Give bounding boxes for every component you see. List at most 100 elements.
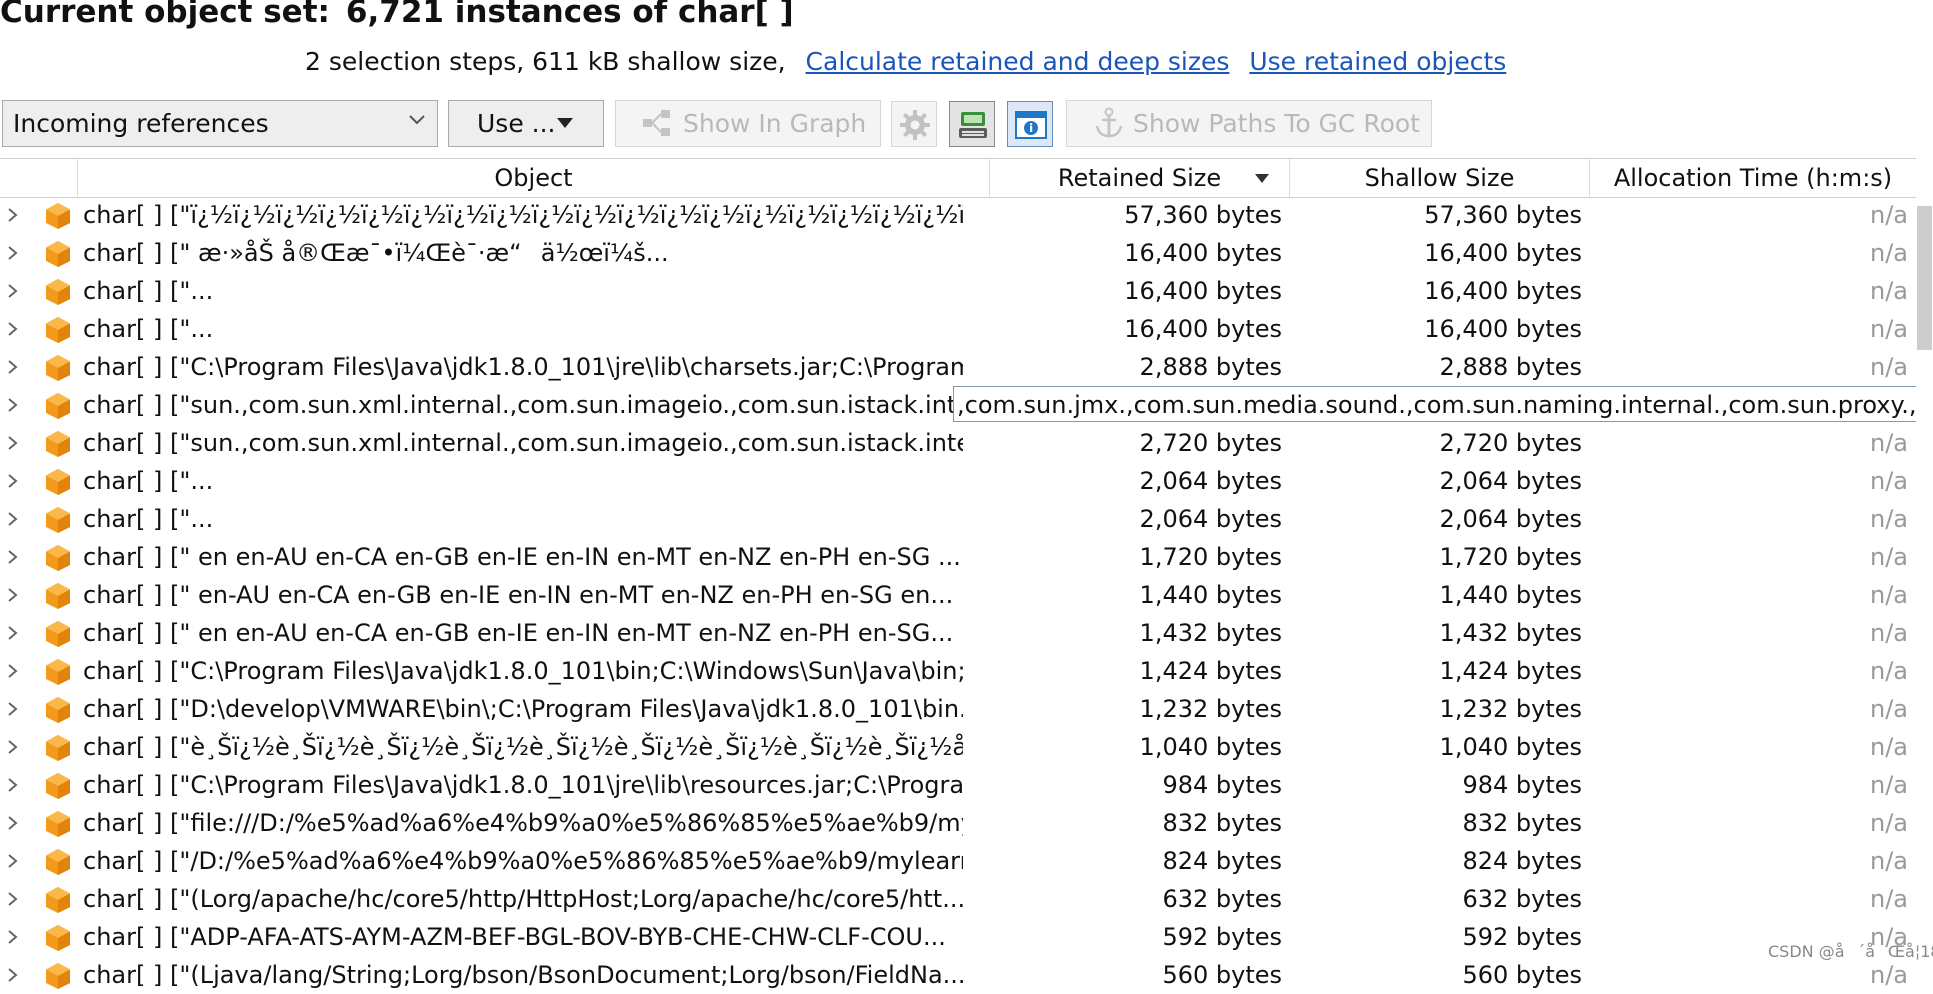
allocation-time-cell: n/a bbox=[1869, 543, 1908, 571]
table-row[interactable]: char[ ] [" en-AU en-CA en-GB en-IE en-IN… bbox=[0, 576, 1916, 614]
expand-chevron-icon[interactable] bbox=[7, 701, 19, 717]
object-cell: char[ ] ["... bbox=[83, 315, 214, 343]
table-row[interactable]: char[ ] ["sun.,com.sun.xml.internal.,com… bbox=[0, 424, 1916, 462]
table-row[interactable]: char[ ] [" æ·»åŠ å®Œæ¯•ï¼Œè¯·æ“ä½œï¼š..… bbox=[0, 234, 1916, 272]
use-retained-link[interactable]: Use retained objects bbox=[1249, 47, 1506, 76]
expand-chevron-icon[interactable] bbox=[7, 511, 19, 527]
table-row[interactable]: char[ ] ["(Ljava/lang/String;Lorg/bson/B… bbox=[0, 956, 1916, 994]
object-cube-icon bbox=[46, 203, 70, 229]
table-row[interactable]: char[ ] ["è¸Šï¿½è¸Šï¿½è¸Šï¿½è¸Šï¿½è¸Šï¿½… bbox=[0, 728, 1916, 766]
pc-icon bbox=[959, 112, 987, 138]
retained-size-cell: 1,040 bytes bbox=[1139, 733, 1282, 761]
expand-chevron-icon[interactable] bbox=[7, 625, 19, 641]
object-cell: char[ ] ["ï¿½ï¿½ï¿½ï¿½ï¿½ï¿½ï¿½ï¿½ï¿½ï¿½… bbox=[83, 201, 963, 229]
expand-chevron-icon[interactable] bbox=[7, 321, 19, 337]
table-row[interactable]: char[ ] ["... 2,064 bytes 2,064 bytes n/a bbox=[0, 462, 1916, 500]
column-header-retained-size[interactable]: Retained Size bbox=[990, 159, 1290, 197]
column-header-expand bbox=[0, 159, 78, 197]
shallow-size-cell: 16,400 bytes bbox=[1424, 277, 1582, 305]
table-row[interactable]: char[ ] ["/D:/%e5%ad%a6%e4%b9%a0%e5%86%8… bbox=[0, 842, 1916, 880]
expand-chevron-icon[interactable] bbox=[7, 739, 19, 755]
table-row[interactable]: char[ ] ["... 16,400 bytes 16,400 bytes n/a bbox=[0, 310, 1916, 348]
title-label: Current object set: bbox=[0, 0, 330, 30]
table-row[interactable]: char[ ] ["C:\Program Files\Java\jdk1.8.0… bbox=[0, 652, 1916, 690]
object-tooltip: ,com.sun.jmx.,com.sun.media.sound.,com.s… bbox=[953, 386, 1933, 422]
expand-chevron-icon[interactable] bbox=[7, 207, 19, 223]
retained-size-cell: 832 bytes bbox=[1162, 809, 1282, 837]
object-cell: char[ ] ["(Lorg/apache/hc/core5/http/Htt… bbox=[83, 885, 963, 913]
expand-chevron-icon[interactable] bbox=[7, 473, 19, 489]
expand-chevron-icon[interactable] bbox=[7, 777, 19, 793]
expand-chevron-icon[interactable] bbox=[7, 283, 19, 299]
shallow-size-cell: 2,064 bytes bbox=[1439, 505, 1582, 533]
expand-chevron-icon[interactable] bbox=[7, 359, 19, 375]
retained-size-cell: 57,360 bytes bbox=[1124, 201, 1282, 229]
shallow-size-cell: 16,400 bytes bbox=[1424, 239, 1582, 267]
retained-size-cell: 1,720 bytes bbox=[1139, 543, 1282, 571]
retained-size-cell: 2,720 bytes bbox=[1139, 429, 1282, 457]
calculate-sizes-link[interactable]: Calculate retained and deep sizes bbox=[806, 47, 1230, 76]
retained-size-cell: 16,400 bytes bbox=[1124, 239, 1282, 267]
gear-icon bbox=[900, 110, 930, 140]
allocation-time-cell: n/a bbox=[1869, 315, 1908, 343]
object-cell: char[ ] ["/D:/%e5%ad%a6%e4%b9%a0%e5%86%8… bbox=[83, 847, 963, 875]
column-header-allocation-time[interactable]: Allocation Time (h:m:s) bbox=[1590, 159, 1916, 197]
view-select[interactable]: Incoming references bbox=[2, 100, 438, 147]
expand-chevron-icon[interactable] bbox=[7, 853, 19, 869]
table-row[interactable]: char[ ] [" en en-AU en-CA en-GB en-IE en… bbox=[0, 538, 1916, 576]
object-cube-icon bbox=[46, 697, 70, 723]
table-row[interactable]: char[ ] ["(Lorg/apache/hc/core5/http/Htt… bbox=[0, 880, 1916, 918]
shallow-size-cell: 1,424 bytes bbox=[1439, 657, 1582, 685]
expand-chevron-icon[interactable] bbox=[7, 663, 19, 679]
shallow-size-cell: 560 bytes bbox=[1462, 961, 1582, 989]
table-row[interactable]: char[ ] ["... 2,064 bytes 2,064 bytes n/a bbox=[0, 500, 1916, 538]
expand-chevron-icon[interactable] bbox=[7, 435, 19, 451]
table-row[interactable]: char[ ] ["ï¿½ï¿½ï¿½ï¿½ï¿½ï¿½ï¿½ï¿½ï¿½ï¿½… bbox=[0, 196, 1916, 234]
column-header-object[interactable]: Object bbox=[78, 159, 990, 197]
table-row[interactable]: char[ ] ["file:///D:/%e5%ad%a6%e4%b9%a0%… bbox=[0, 804, 1916, 842]
retained-size-cell: 1,432 bytes bbox=[1139, 619, 1282, 647]
expand-chevron-icon[interactable] bbox=[7, 929, 19, 945]
toggle-button[interactable] bbox=[949, 101, 995, 147]
object-cube-icon bbox=[46, 621, 70, 647]
column-header-retained-label: Retained Size bbox=[1057, 164, 1222, 192]
show-paths-gc-root-button[interactable]: Show Paths To GC Root bbox=[1066, 100, 1432, 147]
object-cube-icon bbox=[46, 355, 70, 381]
expand-chevron-icon[interactable] bbox=[7, 967, 19, 983]
retained-size-cell: 560 bytes bbox=[1162, 961, 1282, 989]
table-row[interactable]: char[ ] ["sun.,com.sun.xml.internal.,com… bbox=[0, 386, 1933, 424]
retained-size-cell: 592 bytes bbox=[1162, 923, 1282, 951]
allocation-time-cell: n/a bbox=[1869, 885, 1908, 913]
expand-chevron-icon[interactable] bbox=[7, 815, 19, 831]
info-button[interactable] bbox=[1007, 101, 1053, 147]
table-row[interactable]: char[ ] ["C:\Program Files\Java\jdk1.8.0… bbox=[0, 766, 1916, 804]
share-graph-icon bbox=[643, 110, 670, 136]
scrollbar-thumb[interactable] bbox=[1917, 206, 1932, 350]
expand-chevron-icon[interactable] bbox=[7, 245, 19, 261]
retained-size-cell: 824 bytes bbox=[1162, 847, 1282, 875]
show-in-graph-button[interactable]: Show In Graph bbox=[615, 100, 881, 147]
shallow-size-cell: 832 bytes bbox=[1462, 809, 1582, 837]
table-row[interactable]: char[ ] ["D:\develop\VMWARE\bin\;C:\Prog… bbox=[0, 690, 1916, 728]
table-row[interactable]: char[ ] ["ADP-AFA-ATS-AYM-AZM-BEF-BGL-BO… bbox=[0, 918, 1916, 956]
allocation-time-cell: n/a bbox=[1869, 771, 1908, 799]
object-cube-icon bbox=[46, 241, 70, 267]
expand-chevron-icon[interactable] bbox=[7, 891, 19, 907]
shallow-size-cell: 2,720 bytes bbox=[1439, 429, 1582, 457]
shallow-size-cell: 1,232 bytes bbox=[1439, 695, 1582, 723]
object-cube-icon bbox=[46, 849, 70, 875]
expand-chevron-icon[interactable] bbox=[7, 549, 19, 565]
allocation-time-cell: n/a bbox=[1869, 239, 1908, 267]
table-row[interactable]: char[ ] ["C:\Program Files\Java\jdk1.8.0… bbox=[0, 348, 1916, 386]
column-header-shallow-size[interactable]: Shallow Size bbox=[1290, 159, 1590, 197]
allocation-time-cell: n/a bbox=[1869, 467, 1908, 495]
settings-button[interactable] bbox=[891, 101, 937, 147]
use-button[interactable]: Use ... bbox=[448, 100, 604, 147]
object-cube-icon bbox=[46, 811, 70, 837]
table-row[interactable]: char[ ] ["... 16,400 bytes 16,400 bytes n/a bbox=[0, 272, 1916, 310]
expand-chevron-icon[interactable] bbox=[7, 587, 19, 603]
expand-chevron-icon[interactable] bbox=[7, 397, 19, 413]
table-row[interactable]: char[ ] [" en en-AU en-CA en-GB en-IE en… bbox=[0, 614, 1916, 652]
retained-size-cell: 2,888 bytes bbox=[1139, 353, 1282, 381]
object-cell: char[ ] ["... bbox=[83, 467, 214, 495]
